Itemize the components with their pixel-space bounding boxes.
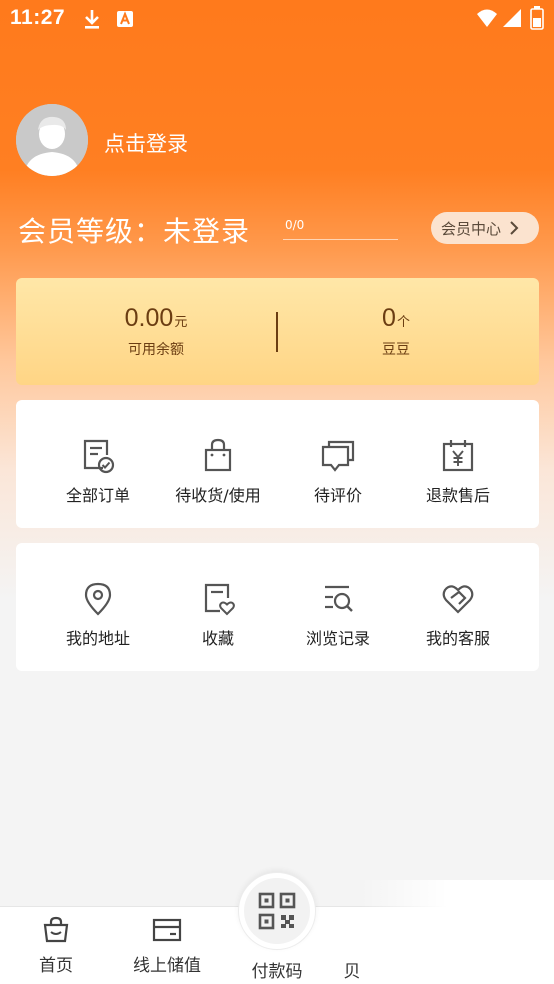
comment-icon	[321, 440, 355, 472]
orders-card: 全部订单 待收货/使用 待评价 退款售后	[16, 400, 539, 528]
download-icon	[82, 8, 102, 34]
member-progress: 0/0	[283, 218, 398, 240]
screen-edge-fade	[360, 880, 554, 984]
menu-label: 全部订单	[65, 486, 130, 505]
beans-unit: 个	[396, 315, 410, 330]
battery-icon	[530, 6, 544, 34]
member-progress-track	[283, 239, 398, 240]
beans-label: 豆豆	[382, 342, 410, 358]
member-progress-text: 0/0	[285, 218, 305, 232]
menu-label: 退款售后	[425, 486, 490, 505]
available-balance[interactable]: 0.00元 可用余额	[56, 304, 256, 359]
payment-code-button-inner	[244, 878, 310, 944]
menu-item-customer-service[interactable]: 我的客服	[398, 581, 518, 649]
calendar-yen-icon	[442, 440, 474, 472]
available-balance-unit: 元	[174, 315, 188, 330]
menu-item-pending-review[interactable]: 待评价	[278, 438, 398, 506]
menu-item-browse-history[interactable]: 浏览记录	[278, 581, 398, 649]
nav-label: 线上储值	[133, 956, 201, 976]
nav-label: 首页	[39, 956, 73, 976]
wallet-card-icon	[152, 918, 182, 942]
beans-balance[interactable]: 0个 豆豆	[296, 304, 496, 359]
available-balance-value: 0.00	[124, 304, 174, 332]
menu-item-my-address[interactable]: 我的地址	[38, 581, 158, 649]
default-user-icon	[16, 104, 88, 176]
menu-item-favorites[interactable]: 收藏	[158, 581, 278, 649]
shopping-bag-icon	[204, 438, 232, 472]
available-balance-label: 可用余额	[128, 342, 184, 358]
nav-label: 付款码	[251, 962, 303, 982]
login-link[interactable]: 点击登录	[104, 128, 188, 158]
menu-label: 我的客服	[425, 629, 490, 648]
status-time: 11:27	[10, 6, 66, 29]
member-level-text: 会员等级：未登录	[18, 215, 251, 248]
menu-label: 浏览记录	[305, 629, 370, 648]
doc-heart-icon	[204, 583, 235, 616]
nav-item-online-deposit[interactable]: 线上储值	[117, 915, 217, 976]
menu-item-all-orders[interactable]: 全部订单	[38, 438, 158, 506]
list-search-icon	[325, 585, 353, 612]
menu-item-pending-receipt[interactable]: 待收货/使用	[158, 438, 278, 506]
beans-value: 0	[382, 304, 396, 332]
heart-handshake-icon	[442, 585, 474, 614]
chevron-right-icon	[510, 221, 519, 235]
location-pin-icon	[84, 582, 112, 616]
menu-label: 待评价	[313, 486, 362, 505]
shopping-basket-icon	[43, 916, 69, 943]
avatar[interactable]	[16, 104, 88, 176]
order-doc-check-icon	[83, 439, 115, 474]
status-bar: 11:27	[0, 0, 554, 40]
cell-signal-icon	[502, 8, 522, 32]
qr-code-icon	[258, 892, 296, 930]
menu-item-refund[interactable]: 退款售后	[398, 438, 518, 506]
balance-divider	[276, 312, 278, 352]
menu-label: 收藏	[201, 629, 234, 648]
wifi-icon	[476, 8, 498, 32]
balance-card: 0.00元 可用余额 0个 豆豆	[16, 278, 539, 385]
member-center-button[interactable]: 会员中心	[431, 212, 539, 244]
menu-label: 待收货/使用	[175, 486, 261, 505]
member-center-label: 会员中心	[441, 219, 502, 238]
nav-item-home[interactable]: 首页	[6, 915, 106, 976]
app-notification-icon	[116, 10, 134, 32]
services-card: 我的地址 收藏 浏览记录 我的客服	[16, 543, 539, 671]
menu-label: 我的地址	[65, 629, 130, 648]
